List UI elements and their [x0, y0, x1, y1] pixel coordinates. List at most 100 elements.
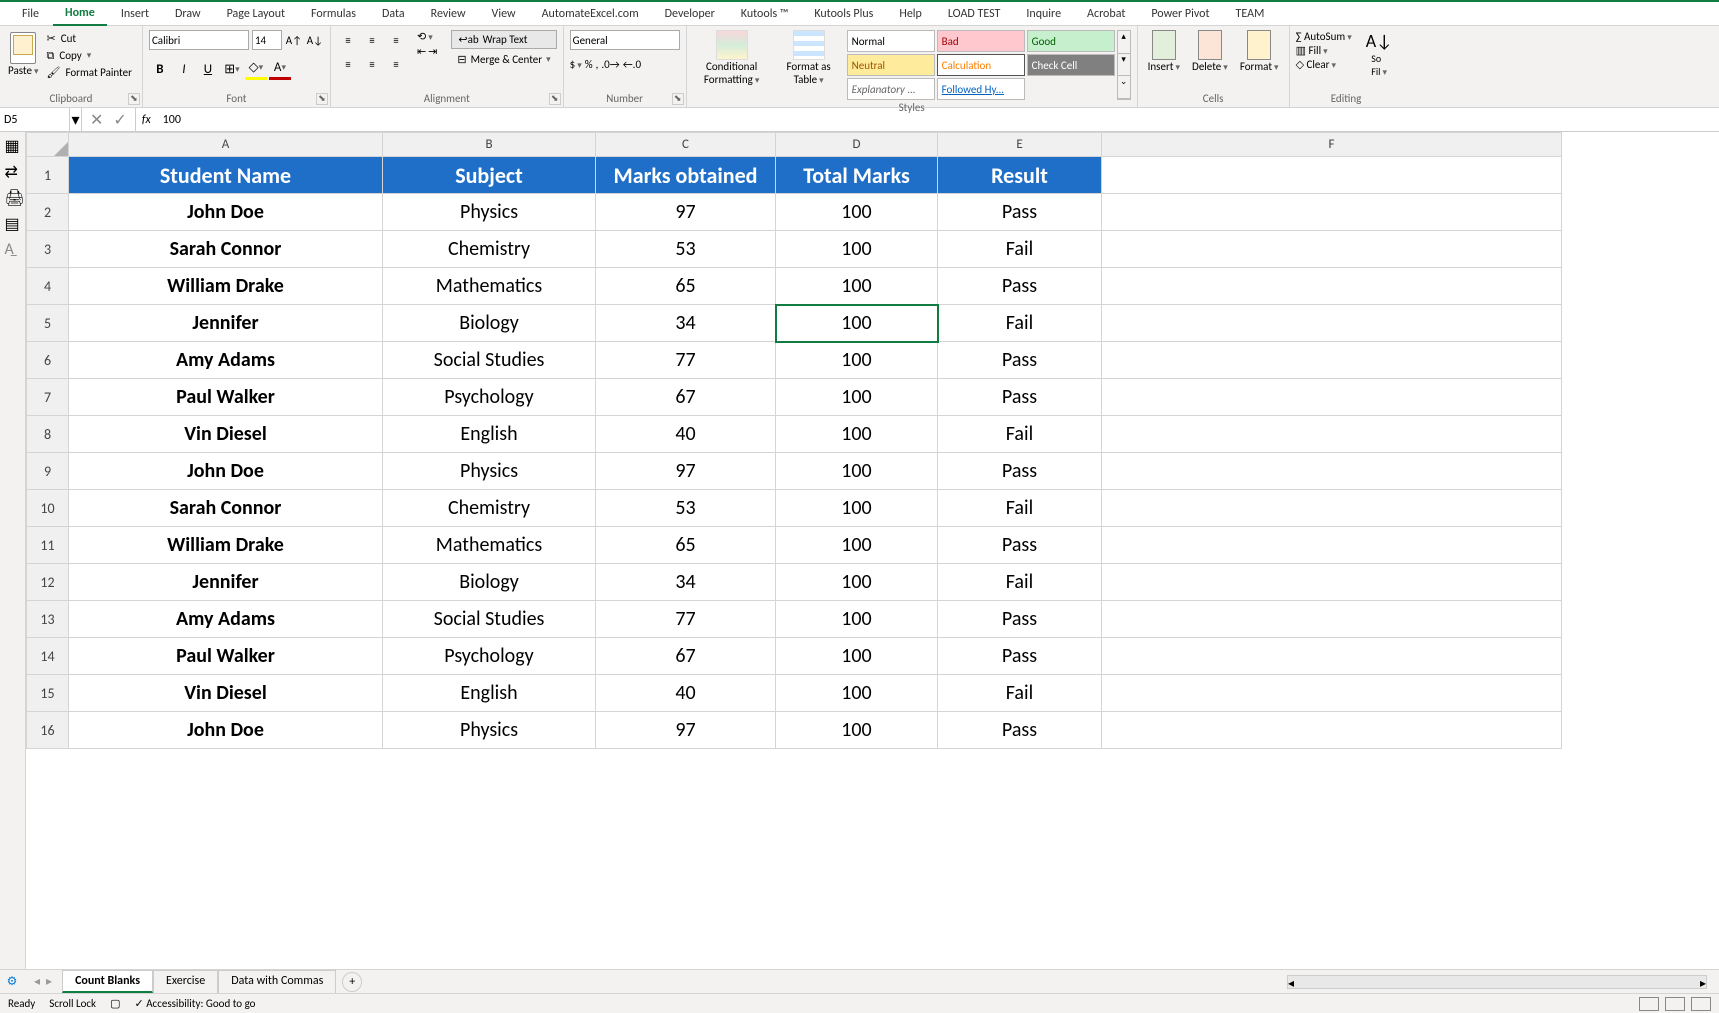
alignment-launcher[interactable]: ⬊	[549, 93, 561, 105]
cell[interactable]: 100	[776, 305, 938, 342]
decrease-indent-icon[interactable]: ⇤	[417, 45, 426, 58]
header-cell[interactable]: Student Name	[69, 157, 383, 194]
cell[interactable]: Pass	[938, 638, 1102, 675]
cut-button[interactable]: ✂ Cut	[45, 30, 136, 47]
col-header-B[interactable]: B	[383, 133, 596, 157]
cell[interactable]: 34	[596, 564, 776, 601]
cell[interactable]: 67	[596, 379, 776, 416]
row-header[interactable]: 13	[27, 601, 69, 638]
cell[interactable]: 53	[596, 231, 776, 268]
decrease-font-icon[interactable]: A↓	[306, 30, 324, 50]
cell[interactable]: 100	[776, 342, 938, 379]
align-right-icon[interactable]: ≡	[385, 54, 407, 74]
header-cell[interactable]: Marks obtained	[596, 157, 776, 194]
decrease-decimal-icon[interactable]: ←.0	[623, 58, 641, 71]
ribbon-tab-load-test[interactable]: LOAD TEST	[936, 3, 1013, 25]
insert-cells-button[interactable]: Insert	[1144, 30, 1184, 73]
cell[interactable]: William Drake	[69, 527, 383, 564]
enter-formula-icon[interactable]: ✓	[113, 110, 126, 130]
col-header-D[interactable]: D	[776, 133, 938, 157]
style-cell[interactable]: Bad	[937, 30, 1025, 52]
sheet-tab[interactable]: Data with Commas	[218, 970, 336, 993]
col-header-C[interactable]: C	[596, 133, 776, 157]
cell[interactable]	[1102, 268, 1562, 305]
gutter-icon[interactable]: ▦	[5, 136, 21, 152]
row-header[interactable]: 8	[27, 416, 69, 453]
cell[interactable]	[1102, 416, 1562, 453]
ribbon-tab-insert[interactable]: Insert	[109, 3, 161, 25]
cell[interactable]: 40	[596, 416, 776, 453]
cell[interactable]: Fail	[938, 231, 1102, 268]
cell[interactable]: John Doe	[69, 712, 383, 749]
cell[interactable]	[1102, 231, 1562, 268]
cell-styles-gallery[interactable]: NormalBadGoodNeutralCalculationCheck Cel…	[847, 30, 1115, 100]
gutter-icon[interactable]: A̲	[5, 240, 21, 256]
copy-button[interactable]: ⧉ Copy	[45, 47, 136, 64]
align-left-icon[interactable]: ≡	[337, 54, 359, 74]
cell[interactable]: Fail	[938, 416, 1102, 453]
col-header-E[interactable]: E	[938, 133, 1102, 157]
cell[interactable]: Pass	[938, 527, 1102, 564]
cell[interactable]: 97	[596, 712, 776, 749]
style-cell[interactable]: Explanatory ...	[847, 78, 935, 100]
cell[interactable]	[1102, 453, 1562, 490]
options-gear-icon[interactable]: ⚙	[0, 974, 24, 989]
conditional-formatting-button[interactable]: Conditional Formatting	[693, 30, 771, 86]
merge-center-button[interactable]: ⊟Merge & Center	[451, 51, 556, 68]
cell[interactable]	[1102, 675, 1562, 712]
bold-button[interactable]: B	[149, 58, 171, 80]
cell[interactable]: 65	[596, 527, 776, 564]
gutter-icon[interactable]: ⇄	[5, 162, 21, 178]
cell[interactable]: 97	[596, 453, 776, 490]
ribbon-tab-home[interactable]: Home	[53, 2, 107, 26]
cell[interactable]	[1102, 379, 1562, 416]
cell[interactable]: Pass	[938, 194, 1102, 231]
cell[interactable]: Amy Adams	[69, 342, 383, 379]
gutter-icon[interactable]: ▤	[5, 214, 21, 230]
status-macro-icon[interactable]: ▢	[110, 997, 120, 1010]
cell[interactable]: Pass	[938, 453, 1102, 490]
cell[interactable]	[1102, 712, 1562, 749]
row-header[interactable]: 15	[27, 675, 69, 712]
cell[interactable]: Chemistry	[383, 231, 596, 268]
cell[interactable]: 100	[776, 194, 938, 231]
style-cell[interactable]: Neutral	[847, 54, 935, 76]
format-as-table-button[interactable]: Format as Table	[775, 30, 843, 86]
sheet-nav-next-icon[interactable]: ▸	[46, 974, 52, 989]
cell[interactable]	[1102, 194, 1562, 231]
cell[interactable]: 100	[776, 453, 938, 490]
cell[interactable]: Fail	[938, 490, 1102, 527]
sheet-tab[interactable]: Exercise	[153, 970, 218, 993]
font-size-select[interactable]	[252, 30, 282, 50]
sheet-nav-prev-icon[interactable]: ◂	[34, 974, 40, 989]
cell[interactable]: Jennifer	[69, 305, 383, 342]
delete-cells-button[interactable]: Delete	[1188, 30, 1232, 73]
cell[interactable]	[1102, 564, 1562, 601]
cell[interactable]: Social Studies	[383, 342, 596, 379]
row-header[interactable]: 12	[27, 564, 69, 601]
col-header-F[interactable]: F	[1102, 133, 1562, 157]
row-header[interactable]: 16	[27, 712, 69, 749]
row-header[interactable]: 1	[27, 157, 69, 194]
cell[interactable]: 100	[776, 490, 938, 527]
italic-button[interactable]: I	[173, 58, 195, 80]
cell[interactable]: 67	[596, 638, 776, 675]
gallery-scroll[interactable]: ▴▾⌄	[1117, 30, 1131, 100]
row-header[interactable]: 3	[27, 231, 69, 268]
cell[interactable]: 100	[776, 268, 938, 305]
cell[interactable]	[1102, 305, 1562, 342]
row-header[interactable]: 6	[27, 342, 69, 379]
paste-button[interactable]: Paste	[6, 30, 41, 79]
ribbon-tab-help[interactable]: Help	[887, 3, 934, 25]
percent-format-icon[interactable]: %	[585, 58, 593, 71]
ribbon-tab-kutools-plus[interactable]: Kutools Plus	[802, 3, 885, 25]
cell[interactable]: 100	[776, 231, 938, 268]
ribbon-tab-data[interactable]: Data	[370, 3, 417, 25]
cell[interactable]: Pass	[938, 268, 1102, 305]
increase-indent-icon[interactable]: ⇥	[428, 45, 437, 58]
cell[interactable]: 100	[776, 638, 938, 675]
accounting-format-icon[interactable]: $	[570, 58, 582, 71]
ribbon-tab-review[interactable]: Review	[419, 3, 478, 25]
name-box-dropdown[interactable]: ▾	[70, 108, 82, 131]
align-bottom-icon[interactable]: ≡	[385, 30, 407, 50]
